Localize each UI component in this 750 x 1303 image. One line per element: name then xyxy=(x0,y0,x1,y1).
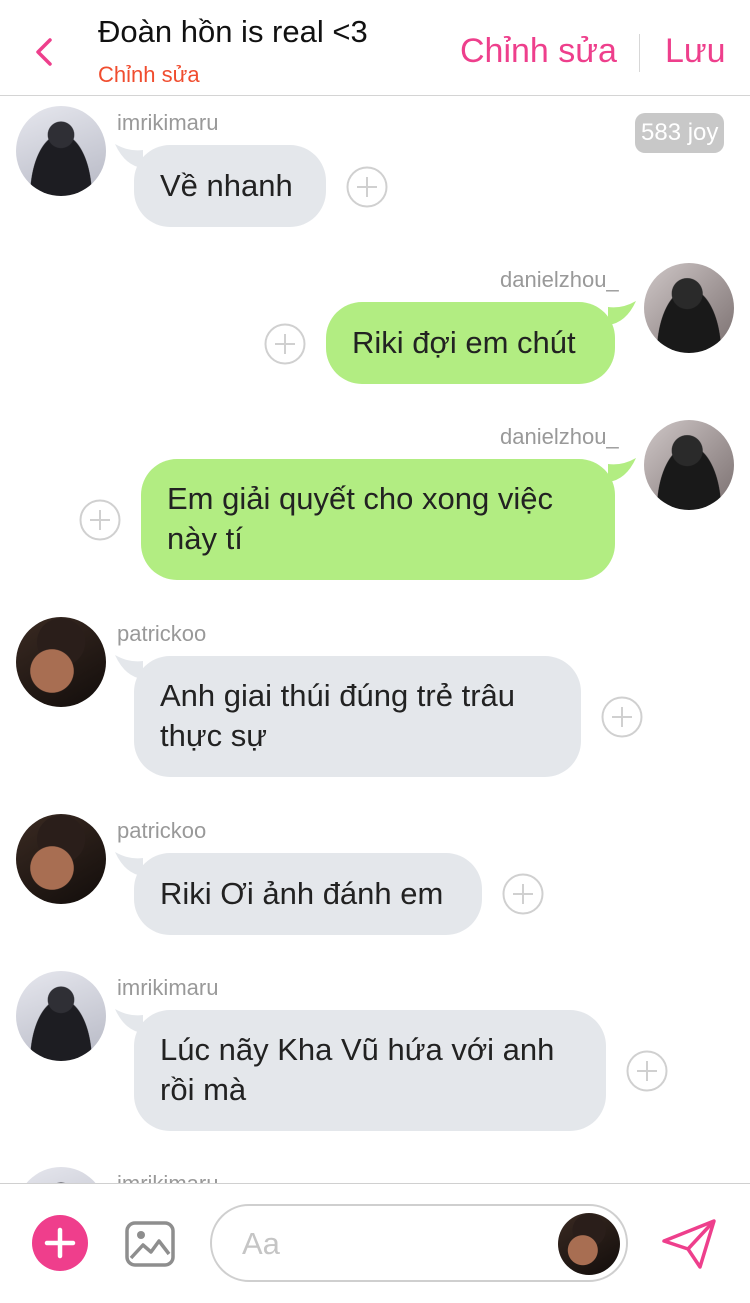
message-username: danielzhou_ xyxy=(500,424,619,449)
add-reaction-icon[interactable] xyxy=(502,873,544,915)
message-text-line: Em giải quyết cho xong việc xyxy=(167,481,553,516)
add-reaction-icon[interactable] xyxy=(626,1050,668,1092)
message-username: imrikimaru xyxy=(117,1171,218,1183)
message-text-line: này tí xyxy=(167,521,243,556)
message-bubble[interactable]: Riki Ơi ảnh đánh em xyxy=(134,853,482,935)
send-icon[interactable] xyxy=(660,1217,718,1271)
header-divider xyxy=(639,34,640,72)
add-reaction-icon[interactable] xyxy=(79,499,121,541)
message-text-line: Riki Ơi ảnh đánh em xyxy=(160,876,444,911)
chat-header: Đoàn hồn is real <3 Chỉnh sửa Chỉnh sửa … xyxy=(0,0,750,96)
add-reaction-icon[interactable] xyxy=(346,166,388,208)
message-input[interactable] xyxy=(240,1220,544,1268)
avatar[interactable] xyxy=(16,1167,106,1183)
add-reaction-icon[interactable] xyxy=(264,323,306,365)
avatar[interactable] xyxy=(16,106,106,196)
avatar[interactable] xyxy=(644,263,734,353)
joy-badge: 583 joy xyxy=(635,113,725,153)
message-text-line: thực sự xyxy=(160,718,267,753)
save-button[interactable]: Lưu xyxy=(665,32,726,71)
message-text-line: Anh giai thúi đúng trẻ trâu xyxy=(160,678,516,713)
plus-icon xyxy=(44,1227,76,1259)
message-bubble[interactable]: Về nhanh xyxy=(134,145,326,227)
avatar[interactable] xyxy=(16,971,106,1061)
avatar[interactable] xyxy=(16,814,106,904)
message-bubble[interactable]: Riki đợi em chút xyxy=(326,302,615,384)
chat-title: Đoàn hồn is real <3 xyxy=(98,14,368,49)
back-icon[interactable] xyxy=(30,32,60,72)
message-list[interactable]: 583 joy imrikimaru Về nhanh danielzhou_ … xyxy=(0,97,750,1183)
edit-button[interactable]: Chỉnh sửa xyxy=(460,32,617,71)
image-icon[interactable] xyxy=(124,1218,176,1270)
message-username: danielzhou_ xyxy=(500,267,619,292)
message-bubble[interactable]: Em giải quyết cho xong việc này tí xyxy=(141,459,615,580)
add-button[interactable] xyxy=(32,1215,88,1271)
message-composer xyxy=(0,1183,750,1303)
chat-subtitle[interactable]: Chỉnh sửa xyxy=(98,62,200,88)
message-bubble[interactable]: Lúc nãy Kha Vũ hứa với anh rồi mà xyxy=(134,1010,606,1131)
message-text-line: Lúc nãy Kha Vũ hứa với anh xyxy=(160,1032,555,1067)
sender-avatar[interactable] xyxy=(558,1213,620,1275)
message-text-line: Riki đợi em chút xyxy=(352,325,576,360)
avatar[interactable] xyxy=(644,420,734,510)
message-username: imrikimaru xyxy=(117,110,219,135)
message-bubble[interactable]: Anh giai thúi đúng trẻ trâu thực sự xyxy=(134,656,581,777)
message-username: patrickoo xyxy=(117,818,207,843)
avatar[interactable] xyxy=(16,617,106,707)
message-input-wrapper xyxy=(210,1204,628,1282)
message-username: patrickoo xyxy=(117,621,207,646)
add-reaction-icon[interactable] xyxy=(601,696,643,738)
message-text-line: rồi mà xyxy=(160,1072,247,1107)
message-text-line: Về nhanh xyxy=(160,168,293,203)
message-username: imrikimaru xyxy=(117,975,219,1000)
